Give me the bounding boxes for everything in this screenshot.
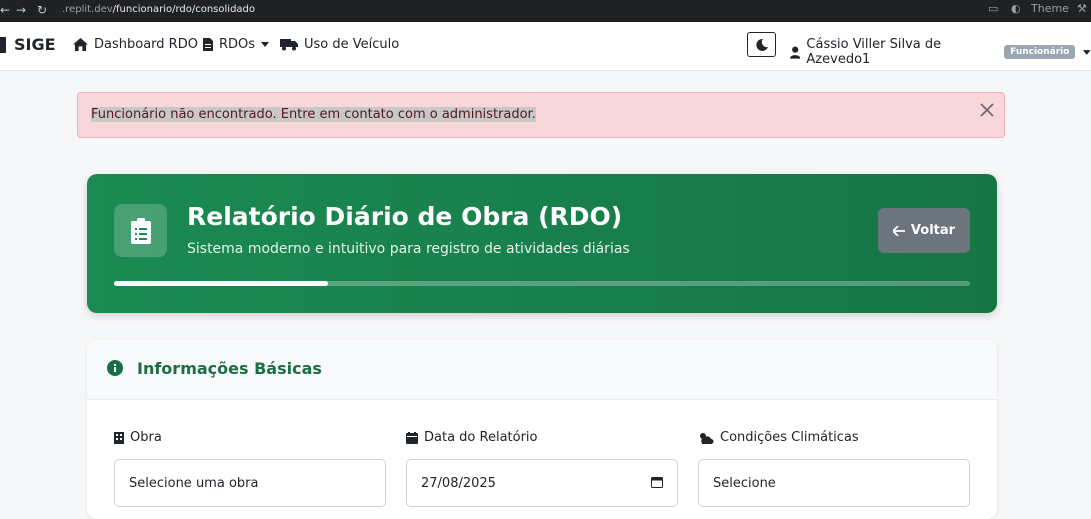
document-icon <box>203 38 213 51</box>
theme-toggle-button[interactable] <box>747 32 776 57</box>
top-navbar: SIGE Dashboard RDO RDOs Uso de Veículo C… <box>0 22 1091 71</box>
info-circle-icon <box>107 360 123 376</box>
cast-icon[interactable]: ▭ <box>988 2 998 15</box>
url-path: /funcionario/rdo/consolidado <box>112 4 256 15</box>
data-relatorio-input[interactable]: 27/08/2025 <box>406 459 678 507</box>
section-title: Informações Básicas <box>137 359 322 378</box>
card-header: Informações Básicas <box>87 339 997 400</box>
user-icon <box>790 46 801 59</box>
building-icon <box>114 431 124 444</box>
brand-name: SIGE <box>14 35 56 54</box>
nav-dashboard-rdo[interactable]: Dashboard RDO <box>73 37 198 52</box>
building-icon <box>0 36 6 53</box>
progress-bar <box>114 281 970 286</box>
url-host: .replit.dev <box>62 4 113 15</box>
condicoes-label: Condições Climáticas <box>698 430 859 445</box>
home-icon <box>73 38 88 51</box>
role-badge: Funcionário <box>1004 45 1076 59</box>
user-menu[interactable]: Cássio Viller Silva de Azevedo1 Funcioná… <box>790 37 1091 67</box>
palette-icon[interactable]: ◐ <box>1011 2 1021 15</box>
nav-uso-de-veiculo[interactable]: Uso de Veículo <box>280 37 399 52</box>
nav-uso-de-veiculo-label: Uso de Veículo <box>304 37 400 52</box>
obra-label: Obra <box>114 430 162 445</box>
progress-bar-fill <box>114 281 328 286</box>
nav-dashboard-rdo-label: Dashboard RDO <box>94 37 198 52</box>
browser-toolbar: ← → ↻ .replit.dev/funcionario/rdo/consol… <box>0 0 1091 22</box>
alert-message: Funcionário não encontrado. Entre em con… <box>91 107 536 122</box>
brand[interactable]: SIGE <box>0 35 56 54</box>
nav-rdos-dropdown[interactable]: RDOs <box>203 37 270 52</box>
data-relatorio-value: 27/08/2025 <box>421 475 496 491</box>
truck-icon <box>280 39 298 51</box>
condicoes-select[interactable]: Selecione <box>698 459 970 507</box>
obra-label-text: Obra <box>130 430 162 445</box>
caret-down-icon <box>1083 49 1091 55</box>
obra-select-value: Selecione uma obra <box>129 475 259 491</box>
condicoes-label-text: Condições Climáticas <box>720 430 859 445</box>
close-icon[interactable] <box>978 101 996 119</box>
arrow-left-icon <box>892 225 905 236</box>
back-button-label: Voltar <box>910 223 956 238</box>
forward-arrow-icon[interactable]: → <box>16 3 26 17</box>
data-relatorio-label-text: Data do Relatório <box>424 430 538 445</box>
reload-icon[interactable]: ↻ <box>37 3 47 17</box>
back-button[interactable]: Voltar <box>878 208 970 253</box>
cloud-sun-icon <box>700 432 714 444</box>
moon-icon <box>755 38 768 51</box>
page-title: Relatório Diário de Obra (RDO) <box>187 202 623 231</box>
theme-label[interactable]: Theme <box>1031 2 1069 15</box>
error-alert: Funcionário não encontrado. Entre em con… <box>77 92 1005 138</box>
calendar-picker-icon[interactable] <box>651 476 663 488</box>
caret-down-icon <box>261 42 270 47</box>
user-name: Cássio Viller Silva de Azevedo1 <box>806 37 942 67</box>
page-header-card: Relatório Diário de Obra (RDO) Sistema m… <box>87 174 997 313</box>
address-bar[interactable]: .replit.dev/funcionario/rdo/consolidado <box>62 4 255 15</box>
basic-info-card: Informações Básicas Obra Selecione uma o… <box>87 339 997 519</box>
calendar-icon <box>406 431 418 444</box>
obra-select[interactable]: Selecione uma obra <box>114 459 386 507</box>
page-subtitle: Sistema moderno e intuitivo para registr… <box>187 241 630 257</box>
data-relatorio-label: Data do Relatório <box>406 430 538 445</box>
clipboard-list-icon <box>130 217 151 244</box>
condicoes-select-value: Selecione <box>713 475 776 491</box>
back-arrow-icon[interactable]: ← <box>0 3 10 17</box>
nav-rdos-label: RDOs <box>219 37 256 52</box>
header-icon-box <box>114 204 167 257</box>
wrench-icon[interactable]: ⚒ <box>1077 2 1087 15</box>
